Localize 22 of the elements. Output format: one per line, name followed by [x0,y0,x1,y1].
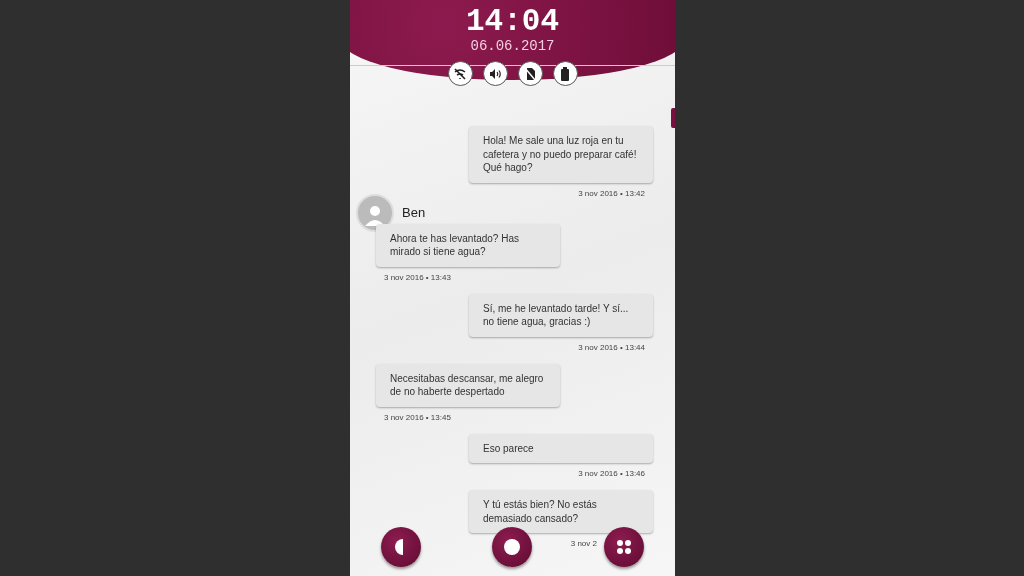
message-timestamp: 3 nov 2016 • 13:46 [578,468,645,480]
message-timestamp: 3 nov 2016 • 13:43 [384,271,452,284]
scroll-indicator [671,108,675,128]
message-timestamp: 3 nov 2016 • 13:44 [578,341,645,354]
circle-icon [503,538,521,556]
clock-time: 14:04 [466,6,559,38]
message-bubble: Hola! Me sale una luz roja en tu cafetera y no puedo preparar café! Qué hago? [469,126,653,183]
message-bubble: Ahora te has levantado? Has mirado si tiene agua? [376,223,560,267]
message-timestamp: 3 nov 2016 • 13:45 [384,411,452,424]
message-bubble: Eso parece [469,433,653,463]
message-bubble: Necesitabas descansar, me alegro de no haberte despertado [376,363,560,407]
apps-button[interactable] [604,527,644,567]
message-bubble: Sí, me he levantado tarde! Y sí... no tiene agua, gracias :) [469,293,653,337]
avatar-icon [356,193,394,232]
message-bubble: Y tú estás bien? No estás demasiado cansado? [469,490,653,533]
message-timestamp: 3 nov 2 [570,538,597,550]
sender-name: Ben [402,203,426,222]
message-timestamp: 3 nov 2016 • 13:42 [578,187,645,200]
home-button[interactable] [492,527,532,567]
half-moon-button[interactable] [381,527,421,567]
date-text: 06.06.2017 [470,38,555,54]
four-dots-icon [616,539,632,555]
